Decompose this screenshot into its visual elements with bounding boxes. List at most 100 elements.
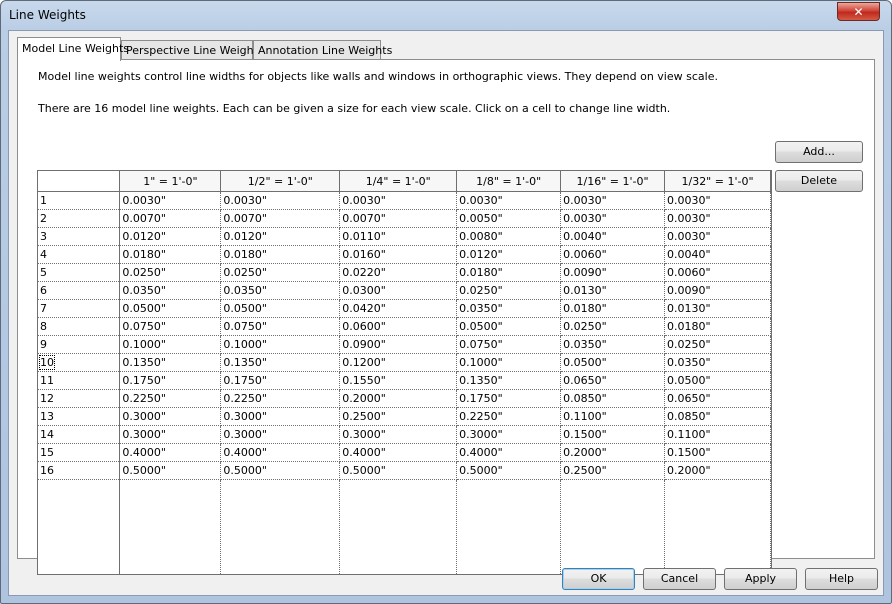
weight-cell[interactable]: 0.0120" — [220, 227, 341, 246]
weight-cell[interactable]: 0.2000" — [664, 461, 771, 480]
weight-cell[interactable]: 0.1000" — [456, 353, 562, 372]
weight-cell[interactable]: 0.1750" — [119, 371, 222, 390]
weight-cell[interactable]: 0.0110" — [339, 227, 458, 246]
table-row[interactable]: 12 0.2250" 0.2250" 0.2000" 0.1750" 0.0850" 0.0… — [38, 389, 771, 408]
weight-cell[interactable]: 0.0250" — [456, 281, 562, 300]
weight-cell[interactable]: 0.3000" — [220, 407, 341, 426]
weight-cell[interactable]: 0.4000" — [339, 443, 458, 462]
row-header[interactable]: 1 — [38, 191, 121, 210]
weight-cell[interactable]: 0.0030" — [119, 191, 222, 210]
weight-cell[interactable]: 0.4000" — [456, 443, 562, 462]
column-header[interactable]: 1" = 1'-0" — [119, 171, 222, 192]
weight-cell[interactable]: 0.0180" — [119, 245, 222, 264]
weight-cell[interactable]: 0.0500" — [664, 371, 771, 390]
weight-cell[interactable]: 0.0350" — [560, 335, 666, 354]
weight-cell[interactable]: 0.0350" — [119, 281, 222, 300]
table-row[interactable]: 2 0.0070" 0.0070" 0.0070" 0.0050" 0.0030" 0.00… — [38, 209, 771, 228]
weight-cell[interactable]: 0.3000" — [456, 425, 562, 444]
table-row[interactable]: 16 0.5000" 0.5000" 0.5000" 0.5000" 0.2500" 0.2… — [38, 461, 771, 480]
row-header[interactable]: 8 — [38, 317, 121, 336]
row-header[interactable]: 7 — [38, 299, 121, 318]
weight-cell[interactable]: 0.5000" — [220, 461, 341, 480]
weight-cell[interactable]: 0.1100" — [560, 407, 666, 426]
weight-cell[interactable]: 0.1000" — [119, 335, 222, 354]
weight-cell[interactable]: 0.0220" — [339, 263, 458, 282]
weight-cell[interactable]: 0.1500" — [560, 425, 666, 444]
cancel-button[interactable]: Cancel — [643, 568, 716, 590]
table-row[interactable]: 13 0.3000" 0.3000" 0.2500" 0.2250" 0.1100" 0.0… — [38, 407, 771, 426]
weight-cell[interactable]: 0.0180" — [560, 299, 666, 318]
weight-cell[interactable]: 0.0250" — [119, 263, 222, 282]
row-header[interactable]: 13 — [38, 407, 121, 426]
weight-cell[interactable]: 0.0120" — [119, 227, 222, 246]
weight-cell[interactable]: 0.1350" — [456, 371, 562, 390]
tab-annotation-line-weights[interactable]: Annotation Line Weights — [253, 40, 392, 60]
weight-cell[interactable]: 0.2250" — [119, 389, 222, 408]
row-header[interactable]: 11 — [38, 371, 121, 390]
weight-cell[interactable]: 0.0350" — [456, 299, 562, 318]
weight-cell[interactable]: 0.0250" — [664, 335, 771, 354]
weight-cell[interactable]: 0.0120" — [456, 245, 562, 264]
weight-cell[interactable]: 0.5000" — [339, 461, 458, 480]
row-header[interactable]: 9 — [38, 335, 121, 354]
weight-cell[interactable]: 0.0250" — [560, 317, 666, 336]
delete-button[interactable]: Delete — [775, 170, 863, 192]
weight-cell[interactable]: 0.0850" — [560, 389, 666, 408]
weight-cell[interactable]: 0.0090" — [664, 281, 771, 300]
weight-cell[interactable]: 0.0750" — [220, 317, 341, 336]
table-row[interactable]: 5 0.0250" 0.0250" 0.0220" 0.0180" 0.0090" 0.00… — [38, 263, 771, 282]
weight-cell[interactable]: 0.0080" — [456, 227, 562, 246]
row-header[interactable]: 15 — [38, 443, 121, 462]
help-button[interactable]: Help — [805, 568, 878, 590]
weight-cell[interactable]: 0.2500" — [339, 407, 458, 426]
table-row[interactable]: 1 0.0030" 0.0030" 0.0030" 0.0030" 0.0030" 0.00… — [38, 191, 771, 210]
weight-cell[interactable]: 0.0060" — [560, 245, 666, 264]
table-row[interactable]: 7 0.0500" 0.0500" 0.0420" 0.0350" 0.0180" 0.01… — [38, 299, 771, 318]
row-header[interactable]: 10 — [38, 353, 121, 372]
ok-button[interactable]: OK — [562, 568, 635, 590]
table-row[interactable]: 9 0.1000" 0.1000" 0.0900" 0.0750" 0.0350" 0.02… — [38, 335, 771, 354]
row-header[interactable]: 5 — [38, 263, 121, 282]
weight-cell[interactable]: 0.0030" — [560, 209, 666, 228]
weight-cell[interactable]: 0.3000" — [119, 425, 222, 444]
weight-cell[interactable]: 0.0040" — [664, 245, 771, 264]
weight-cell[interactable]: 0.0070" — [339, 209, 458, 228]
column-header[interactable]: 1/2" = 1'-0" — [220, 171, 341, 192]
column-header[interactable]: 1/8" = 1'-0" — [456, 171, 562, 192]
weight-cell[interactable]: 0.0090" — [560, 263, 666, 282]
weight-cell[interactable]: 0.0420" — [339, 299, 458, 318]
weight-cell[interactable]: 0.3000" — [220, 425, 341, 444]
weight-cell[interactable]: 0.0250" — [220, 263, 341, 282]
tab-model-line-weights[interactable]: Model Line Weights — [17, 37, 129, 61]
weight-cell[interactable]: 0.0850" — [664, 407, 771, 426]
weight-cell[interactable]: 0.4000" — [119, 443, 222, 462]
weight-cell[interactable]: 0.0160" — [339, 245, 458, 264]
weight-cell[interactable]: 0.3000" — [339, 425, 458, 444]
weight-cell[interactable]: 0.0030" — [339, 191, 458, 210]
weight-cell[interactable]: 0.2250" — [456, 407, 562, 426]
row-header[interactable]: 4 — [38, 245, 121, 264]
row-header[interactable]: 14 — [38, 425, 121, 444]
weight-cell[interactable]: 0.2000" — [339, 389, 458, 408]
weight-cell[interactable]: 0.0070" — [220, 209, 341, 228]
table-row[interactable]: 3 0.0120" 0.0120" 0.0110" 0.0080" 0.0040" 0.00… — [38, 227, 771, 246]
weight-cell[interactable]: 0.0030" — [456, 191, 562, 210]
weight-cell[interactable]: 0.0900" — [339, 335, 458, 354]
row-header[interactable]: 3 — [38, 227, 121, 246]
column-header[interactable]: 1/32" = 1'-0" — [664, 171, 771, 192]
table-row[interactable]: 6 0.0350" 0.0350" 0.0300" 0.0250" 0.0130" 0.00… — [38, 281, 771, 300]
weight-cell[interactable]: 0.0500" — [220, 299, 341, 318]
weight-cell[interactable]: 0.5000" — [456, 461, 562, 480]
title-bar[interactable]: Line Weights ✕ — [1, 1, 891, 29]
weight-cell[interactable]: 0.0180" — [456, 263, 562, 282]
weight-cell[interactable]: 0.1750" — [220, 371, 341, 390]
weight-cell[interactable]: 0.2250" — [220, 389, 341, 408]
column-header[interactable]: 1/16" = 1'-0" — [560, 171, 666, 192]
weight-cell[interactable]: 0.0180" — [664, 317, 771, 336]
weight-cell[interactable]: 0.0750" — [456, 335, 562, 354]
weight-cell[interactable]: 0.1550" — [339, 371, 458, 390]
weight-cell[interactable]: 0.0650" — [560, 371, 666, 390]
weight-cell[interactable]: 0.1750" — [456, 389, 562, 408]
weight-cell[interactable]: 0.1350" — [220, 353, 341, 372]
weight-cell[interactable]: 0.2500" — [560, 461, 666, 480]
